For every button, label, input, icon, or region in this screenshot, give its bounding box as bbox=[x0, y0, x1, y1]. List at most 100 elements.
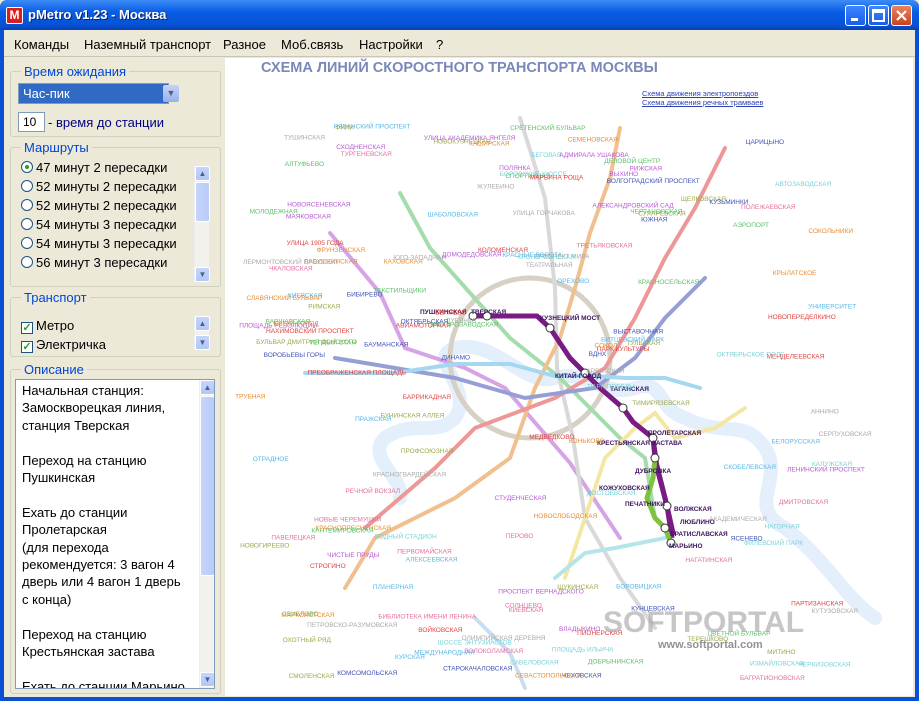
scroll-thumb[interactable] bbox=[195, 182, 210, 222]
menu-ground-transport[interactable]: Наземный транспорт bbox=[84, 37, 211, 52]
station-label[interactable]: ДОБРЫНИНСКАЯ bbox=[588, 658, 644, 665]
station-label[interactable]: БИБЛИОТЕКА ИМЕНИ ЛЕНИНА bbox=[378, 614, 477, 621]
checkbox-icon[interactable]: ✓ bbox=[21, 341, 33, 353]
station-label[interactable]: ТУРГЕНЕВСКАЯ bbox=[341, 151, 392, 158]
station-label[interactable]: ПЛАНЕРНАЯ bbox=[373, 584, 414, 591]
route-station-label[interactable]: ПРОЛЕТАРСКАЯ bbox=[648, 430, 701, 437]
station-label[interactable]: АЛЕКСАНДРОВСКИЙ САД bbox=[592, 201, 674, 210]
station-label[interactable]: АКАДЕМИЧЕСКАЯ bbox=[709, 516, 767, 523]
route-station-marker[interactable] bbox=[660, 523, 670, 533]
menu-commands[interactable]: Команды bbox=[14, 37, 69, 52]
station-label[interactable]: САВЕЛОВСКАЯ bbox=[510, 660, 559, 667]
station-label[interactable]: УЛИЦА ГОРЧАКОВА bbox=[513, 210, 576, 217]
station-label[interactable]: НАХИМОВСКИЙ ПРОСПЕКТ bbox=[266, 326, 354, 335]
scroll-thumb[interactable] bbox=[200, 396, 214, 576]
station-label[interactable]: ОЛИМПИЙСКАЯ ДЕРЕВНЯ bbox=[462, 633, 546, 642]
station-label[interactable]: АВТОЗАВОДСКАЯ bbox=[775, 181, 831, 188]
station-label[interactable]: БЕГОВАЯ bbox=[531, 152, 561, 159]
station-label[interactable]: ЧЕРТАНОВСКАЯ bbox=[630, 209, 682, 216]
route-option[interactable]: 52 минуты 2 пересадки bbox=[21, 179, 177, 194]
station-label[interactable]: ДЕЛОВОЙ ЦЕНТР bbox=[604, 156, 660, 165]
station-label[interactable]: КРЫЛАТСКОЕ bbox=[773, 270, 817, 277]
station-label[interactable]: ПРЕОБРАЖЕНСКАЯ ПЛОЩАДЬ bbox=[307, 370, 406, 377]
station-label[interactable]: ЦАРИЦЫНО bbox=[746, 139, 784, 146]
maximize-button[interactable] bbox=[868, 5, 889, 26]
station-label[interactable]: ЖУЛЕБИНО bbox=[477, 184, 514, 191]
station-label[interactable]: НОВОГИРЕЕВО bbox=[240, 543, 289, 550]
scroll-down-icon[interactable]: ▼ bbox=[195, 267, 210, 282]
station-label[interactable]: БАУМАНСКАЯ bbox=[364, 341, 409, 348]
transport-option[interactable]: ✓ Метро bbox=[21, 318, 74, 334]
station-label[interactable]: ОКТЯБРЬСКОЕ ПОЛЕ bbox=[717, 352, 786, 359]
scroll-up-icon[interactable]: ▲ bbox=[195, 166, 210, 181]
station-label[interactable]: ВАРШАВСКАЯ bbox=[266, 318, 311, 325]
station-label[interactable]: ТЕПЛЫЙ СТАН bbox=[309, 338, 356, 347]
station-label[interactable]: ВЫСТАВОЧНАЯ bbox=[613, 329, 663, 336]
station-label[interactable]: ТИМИРЯЗЕВСКАЯ bbox=[632, 400, 690, 407]
radio-icon[interactable] bbox=[21, 180, 33, 192]
route-station-label[interactable]: МАРЬИНО bbox=[669, 543, 703, 550]
station-label[interactable]: РИМСКАЯ bbox=[308, 304, 340, 311]
station-label[interactable]: РЕЧНОЙ ВОКЗАЛ bbox=[345, 486, 400, 495]
station-label[interactable]: ПЛОЩАДЬ ИЛЬИЧА bbox=[552, 646, 614, 653]
station-label[interactable]: НОВОЯСЕНЕВСКАЯ bbox=[287, 202, 350, 209]
station-label[interactable]: ПЕРОВО bbox=[506, 533, 533, 540]
station-label[interactable]: ПАВЕЛЕЦКАЯ bbox=[271, 535, 315, 542]
station-label[interactable]: СТУДЕНЧЕСКАЯ bbox=[494, 495, 546, 502]
route-station-label[interactable]: ВОЛЖСКАЯ bbox=[674, 506, 712, 513]
station-label[interactable]: ЩУКИНСКАЯ bbox=[557, 584, 598, 591]
chevron-down-icon[interactable]: ▼ bbox=[163, 85, 179, 102]
route-option[interactable]: 54 минуты 3 пересадки bbox=[21, 217, 177, 232]
station-label[interactable]: КРОПОТКИНСКАЯ bbox=[517, 254, 575, 261]
station-label[interactable]: ЮЖНАЯ bbox=[641, 217, 667, 224]
metro-map-canvas[interactable]: ПУШКИНСКАЯ ТВЕРСКАЯКУЗНЕЦКИЙ МОСТКИТАЙ-ГО… bbox=[225, 58, 913, 696]
station-label[interactable]: ВЫХИНО bbox=[609, 171, 638, 178]
station-label[interactable]: КАШИРСКАЯ bbox=[469, 141, 510, 148]
station-label[interactable]: ШАБОЛОВСКАЯ bbox=[428, 211, 479, 218]
station-label[interactable]: ЧКАЛОВСКАЯ bbox=[269, 266, 313, 273]
station-label[interactable]: ТРУБНАЯ bbox=[235, 393, 266, 400]
station-label[interactable]: СКОБЕЛЕВСКАЯ bbox=[724, 464, 777, 471]
station-label[interactable]: МЕДВЕДКОВО bbox=[529, 434, 574, 441]
station-label[interactable]: ПРОФСОЮЗНАЯ bbox=[401, 448, 454, 455]
station-label[interactable]: ВОДНЫЙ СТАДИОН bbox=[375, 532, 437, 541]
station-label[interactable]: СЕМЕНОВСКАЯ bbox=[568, 136, 618, 143]
menu-settings[interactable]: Настройки bbox=[359, 37, 423, 52]
station-label[interactable]: НОВЫЕ ЧЕРЕМУШКИ bbox=[314, 516, 382, 523]
radio-icon[interactable] bbox=[21, 161, 33, 173]
station-label[interactable]: СМОЛЕНСКАЯ bbox=[289, 673, 335, 680]
scroll-up-icon[interactable]: ▲ bbox=[195, 316, 210, 331]
station-label[interactable]: КРАСНОГВАРДЕЙСКАЯ bbox=[373, 470, 446, 479]
route-station-label[interactable]: ДУБРОВКА bbox=[635, 468, 671, 475]
station-label[interactable]: НАГАТИНСКАЯ bbox=[685, 557, 732, 564]
station-label[interactable]: СОЛНЦЕВО bbox=[505, 602, 542, 609]
station-label[interactable]: ЧИСТЫЕ ПРУДЫ bbox=[327, 552, 379, 559]
station-label[interactable]: ПОЛЕЖАЕВСКАЯ bbox=[741, 204, 796, 211]
route-option[interactable]: 56 минут 3 пересадки bbox=[21, 255, 167, 270]
station-label[interactable]: НОВОСЛОБОДСКАЯ bbox=[534, 513, 598, 520]
station-label[interactable]: ПЕТРОВСКО-РАЗУМОВСКАЯ bbox=[307, 622, 398, 629]
station-label[interactable]: СРЕТЕНСКИЙ БУЛЬВАР bbox=[510, 123, 585, 132]
route-station-label[interactable]: КУЗНЕЦКИЙ МОСТ bbox=[540, 313, 600, 322]
radio-icon[interactable] bbox=[21, 237, 33, 249]
station-label[interactable]: БОРОВИЦКАЯ bbox=[616, 583, 661, 590]
station-label[interactable]: КУТУЗОВСКАЯ bbox=[811, 608, 858, 615]
station-label[interactable]: ЧЕРКИЗОВСКАЯ bbox=[798, 661, 850, 668]
route-station-marker[interactable] bbox=[650, 453, 660, 463]
station-label[interactable]: ФИЛИ bbox=[335, 125, 354, 132]
station-label[interactable]: НАГОРНАЯ bbox=[764, 524, 800, 531]
wait-mode-select[interactable]: Час-пик ▼ bbox=[18, 83, 179, 104]
station-label[interactable]: СОКОЛЬНИКИ bbox=[808, 228, 853, 235]
station-label[interactable]: КАХОВСКАЯ bbox=[384, 258, 423, 265]
minutes-spinner[interactable]: 10 bbox=[18, 112, 45, 132]
routes-scrollbar[interactable]: ▲ ▼ bbox=[194, 166, 210, 282]
route-station-marker[interactable] bbox=[618, 403, 628, 413]
menu-misc[interactable]: Разное bbox=[223, 37, 266, 52]
station-label[interactable]: КАЛУЖСКАЯ bbox=[812, 461, 852, 468]
station-label[interactable]: СТАРОКАЧАЛОВСКАЯ bbox=[443, 665, 512, 672]
station-label[interactable]: БЕЛЯЕВО bbox=[435, 309, 466, 316]
station-label[interactable]: КРАСНОСЕЛЬСКАЯ bbox=[638, 279, 700, 286]
route-station-label[interactable]: КРЕСТЬЯНСКАЯ ЗАСТАВА bbox=[597, 440, 683, 447]
station-label[interactable]: ПАРК ПОБЕДЫ bbox=[587, 383, 635, 390]
menu-help[interactable]: ? bbox=[436, 37, 443, 52]
